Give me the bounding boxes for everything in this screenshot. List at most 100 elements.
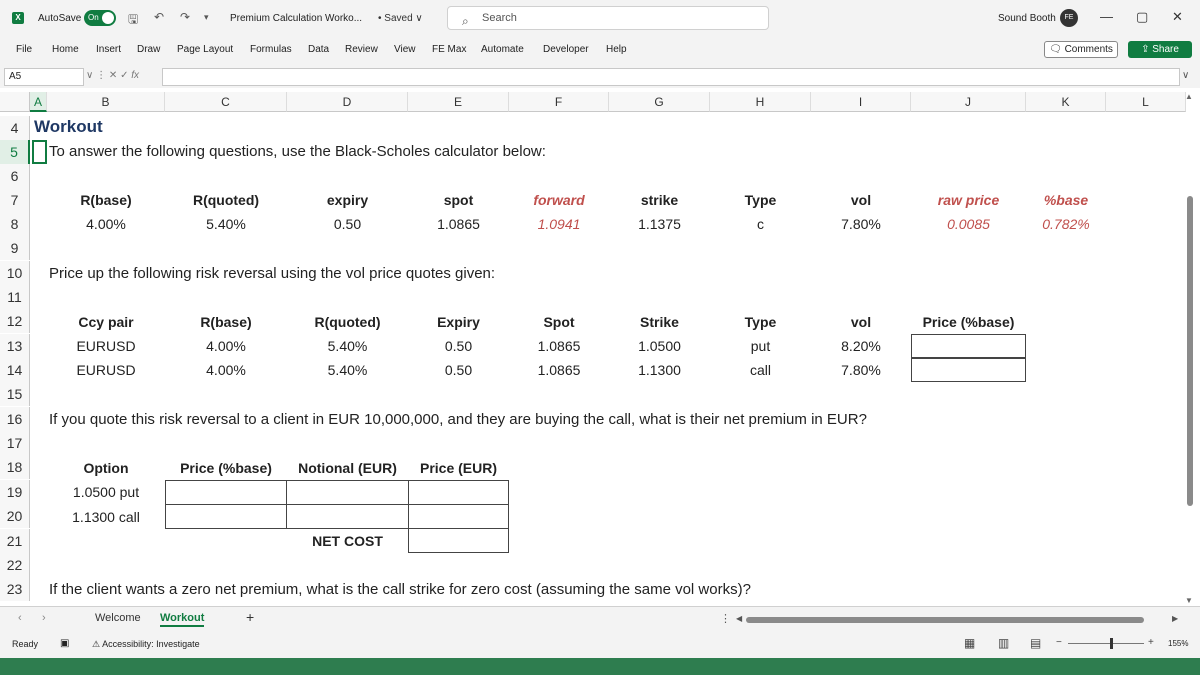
calc-value-type[interactable]: c (710, 216, 811, 232)
zoom-out-icon[interactable]: − (1056, 637, 1062, 648)
net-cost-input[interactable] (408, 528, 509, 553)
select-all-corner[interactable] (0, 92, 30, 112)
calc-header-expiry[interactable]: expiry (287, 192, 408, 208)
calc-header-rquoted[interactable]: R(quoted) (165, 192, 287, 208)
calc-header-rbase[interactable]: R(base) (47, 192, 165, 208)
column-header-j[interactable]: J (911, 92, 1026, 112)
accessibility-status[interactable]: ⚠ Accessibility: Investigate (92, 639, 200, 650)
rr-header-type[interactable]: Type (710, 314, 811, 330)
vertical-scrollbar-thumb[interactable] (1187, 196, 1193, 506)
intro-text[interactable]: To answer the following questions, use t… (49, 143, 546, 160)
close-icon[interactable]: ✕ (1172, 9, 1183, 25)
fx-icon[interactable]: fx (131, 70, 139, 81)
premium-call-price-eur-input[interactable] (408, 504, 509, 529)
rr-call-expiry[interactable]: 0.50 (408, 362, 509, 378)
calc-value-rquoted[interactable]: 5.40% (165, 216, 287, 232)
column-header-g[interactable]: G (609, 92, 710, 112)
column-header-a[interactable]: A (30, 92, 47, 112)
tab-split-handle-icon[interactable]: ⋮ (720, 612, 731, 625)
tab-page-layout[interactable]: Page Layout (177, 44, 233, 55)
rr-header-strike[interactable]: Strike (609, 314, 710, 330)
avatar[interactable]: FE (1060, 9, 1078, 27)
column-header-c[interactable]: C (165, 92, 287, 112)
rr-put-price-input[interactable] (911, 334, 1026, 358)
calc-value-rbase[interactable]: 4.00% (47, 216, 165, 232)
rr-put-vol[interactable]: 8.20% (811, 338, 911, 354)
risk-reversal-prompt[interactable]: Price up the following risk reversal usi… (49, 265, 495, 282)
premium-option-put[interactable]: 1.0500 put (47, 484, 165, 500)
customize-quick-access-icon[interactable]: ▾ (204, 12, 209, 23)
calc-value-spot[interactable]: 1.0865 (408, 216, 509, 232)
rr-call-rbase[interactable]: 4.00% (165, 362, 287, 378)
sheet-prev-icon[interactable]: ‹ (18, 612, 22, 624)
sheet-tab-workout[interactable]: Workout (160, 612, 205, 627)
row-header-14[interactable]: 14 (0, 358, 30, 382)
calc-value-forward[interactable]: 1.0941 (509, 216, 609, 232)
sheet-next-icon[interactable]: › (42, 612, 46, 624)
column-header-i[interactable]: I (811, 92, 911, 112)
tab-help[interactable]: Help (606, 44, 627, 55)
rr-call-spot[interactable]: 1.0865 (509, 362, 609, 378)
calc-value-expiry[interactable]: 0.50 (287, 216, 408, 232)
row-header-23[interactable]: 23 (0, 577, 30, 601)
scroll-left-icon[interactable]: ◀ (736, 614, 742, 623)
undo-icon[interactable]: ↶ (154, 10, 164, 24)
rr-header-vol[interactable]: vol (811, 314, 911, 330)
column-header-k[interactable]: K (1026, 92, 1106, 112)
rr-put-rquoted[interactable]: 5.40% (287, 338, 408, 354)
horizontal-scrollbar-thumb[interactable] (746, 617, 1144, 623)
calc-header-raw-price[interactable]: raw price (911, 192, 1026, 208)
calc-value-strike[interactable]: 1.1375 (609, 216, 710, 232)
row-header-20[interactable]: 20 (0, 504, 30, 528)
name-box[interactable]: A5 (4, 68, 84, 86)
net-premium-question[interactable]: If you quote this risk reversal to a cli… (49, 411, 867, 428)
enter-icon[interactable]: ✓ (120, 70, 128, 81)
search-input[interactable]: ⌕ Search (447, 6, 769, 30)
premium-header-notional[interactable]: Notional (EUR) (287, 460, 408, 476)
rr-header-ccy-pair[interactable]: Ccy pair (47, 314, 165, 330)
calc-header-forward[interactable]: forward (509, 192, 609, 208)
scroll-down-icon[interactable]: ▼ (1185, 596, 1193, 605)
row-header-8[interactable]: 8 (0, 212, 30, 236)
rr-put-strike[interactable]: 1.0500 (609, 338, 710, 354)
rr-put-ccy-pair[interactable]: EURUSD (47, 338, 165, 354)
formula-input[interactable] (162, 68, 1180, 86)
row-header-5[interactable]: 5 (0, 140, 30, 164)
column-header-b[interactable]: B (47, 92, 165, 112)
save-icon[interactable]: 🖫 (128, 10, 138, 31)
add-sheet-button[interactable]: + (246, 609, 254, 625)
row-header-9[interactable]: 9 (0, 236, 30, 260)
column-header-f[interactable]: F (509, 92, 609, 112)
document-title[interactable]: Premium Calculation Worko... (230, 13, 362, 24)
rr-call-rquoted[interactable]: 5.40% (287, 362, 408, 378)
macro-record-icon[interactable]: ▣ (60, 638, 69, 649)
selected-cell-a5[interactable] (32, 140, 47, 164)
rr-header-expiry[interactable]: Expiry (408, 314, 509, 330)
calc-header-type[interactable]: Type (710, 192, 811, 208)
tab-draw[interactable]: Draw (137, 44, 160, 55)
calc-header-pct-base[interactable]: %base (1026, 192, 1106, 208)
row-header-17[interactable]: 17 (0, 431, 30, 455)
premium-call-notional-input[interactable] (286, 504, 409, 529)
premium-put-price-pct-input[interactable] (165, 480, 287, 505)
rr-call-strike[interactable]: 1.1300 (609, 362, 710, 378)
redo-icon[interactable]: ↷ (180, 10, 190, 24)
column-header-l[interactable]: L (1106, 92, 1186, 112)
tab-review[interactable]: Review (345, 44, 378, 55)
row-header-16[interactable]: 16 (0, 407, 30, 431)
tab-home[interactable]: Home (52, 44, 79, 55)
row-header-21[interactable]: 21 (0, 529, 30, 553)
tab-fe-max[interactable]: FE Max (432, 44, 466, 55)
sheet-tab-welcome[interactable]: Welcome (95, 612, 141, 624)
premium-header-price-pct-base[interactable]: Price (%base) (165, 460, 287, 476)
tab-formulas[interactable]: Formulas (250, 44, 292, 55)
row-header-10[interactable]: 10 (0, 261, 30, 285)
minimize-icon[interactable]: — (1100, 9, 1113, 24)
tab-view[interactable]: View (394, 44, 416, 55)
premium-put-price-eur-input[interactable] (408, 480, 509, 505)
normal-view-icon[interactable]: ▦ (964, 636, 975, 650)
row-header-18[interactable]: 18 (0, 455, 30, 479)
share-button[interactable]: ⇪ Share (1128, 41, 1192, 58)
zoom-level[interactable]: 155% (1168, 639, 1188, 648)
rr-put-rbase[interactable]: 4.00% (165, 338, 287, 354)
